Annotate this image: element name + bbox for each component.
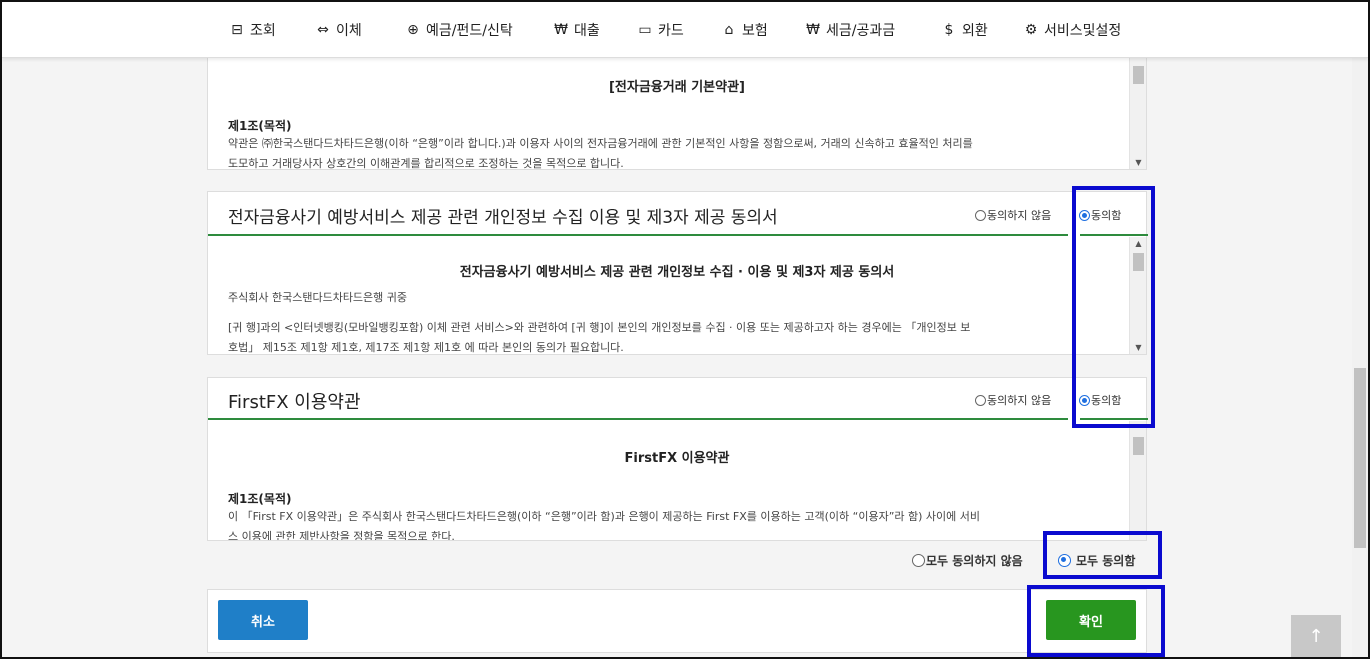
terms-basic-box[interactable]: [전자금융거래 기본약관] 제1조(목적) 약관은 ㈜한국스탠다드차타드은행(이… xyxy=(207,58,1147,170)
nav-deposit[interactable]: ⊕ 예금/펀드/신탁 xyxy=(404,20,513,40)
section-underline xyxy=(208,418,1068,420)
nav-card[interactable]: ▭ 카드 xyxy=(636,20,684,40)
section2-terms-box[interactable]: 전자금융사기 예방서비스 제공 관련 개인정보 수집 · 이용 및 제3자 제공… xyxy=(207,237,1147,355)
radio-circle-checked[interactable] xyxy=(1079,394,1090,406)
nav-label: 예금/펀드/신탁 xyxy=(426,23,513,39)
nav-label: 이체 xyxy=(336,23,362,39)
radio-label: 동의함 xyxy=(1091,394,1122,407)
terms-text: 호법」 제15조 제1항 제1호, 제17조 제1항 제1호 에 따라 본인의 … xyxy=(228,341,624,354)
scroll-top-button[interactable]: ↑ xyxy=(1291,615,1341,657)
terms-scrollbar[interactable]: ▼ xyxy=(1129,58,1146,169)
terms-scrollbar[interactable]: ▲ ▼ xyxy=(1129,237,1146,354)
scroll-up-icon[interactable]: ▲ xyxy=(1130,239,1146,248)
section2-agree-radio[interactable]: 동의함 xyxy=(1079,207,1121,223)
section2-header: 전자금융사기 예방서비스 제공 관련 개인정보 수집 이용 및 제3자 제공 동… xyxy=(207,191,1148,237)
section-underline xyxy=(208,234,1068,236)
scroll-thumb[interactable] xyxy=(1133,66,1144,84)
radio-label: 동의하지 않음 xyxy=(987,209,1052,222)
radio-circle[interactable] xyxy=(912,554,925,567)
scroll-thumb[interactable] xyxy=(1133,253,1144,271)
deposit-icon: ⊕ xyxy=(407,22,419,38)
nav-insurance[interactable]: ⌂ 보험 xyxy=(720,20,768,40)
radio-circle-checked[interactable] xyxy=(1058,554,1071,567)
article-title: 제1조(목적) xyxy=(228,119,292,133)
button-bar xyxy=(207,589,1147,653)
article-title: 제1조(목적) xyxy=(228,492,292,506)
inquiry-icon: ⊟ xyxy=(231,22,243,38)
nav-label: 세금/공과금 xyxy=(826,23,896,39)
radio-label: 모두 동의함 xyxy=(1076,554,1136,568)
terms-text: 이 「First FX 이용약관」은 주식회사 한국스탠다드차타드은행(이하 “… xyxy=(228,510,981,523)
confirm-button[interactable]: 확인 xyxy=(1046,600,1136,640)
terms-heading: 전자금융사기 예방서비스 제공 관련 개인정보 수집 · 이용 및 제3자 제공… xyxy=(459,265,895,280)
section2-disagree-radio[interactable]: 동의하지 않음 xyxy=(975,207,1051,223)
nav-tax[interactable]: ₩ 세금/공과금 xyxy=(804,20,895,40)
page-scroll-thumb[interactable] xyxy=(1354,368,1366,548)
card-icon: ▭ xyxy=(638,22,652,38)
terms-heading: FirstFX 이용약관 xyxy=(624,451,730,466)
terms-text: 약관은 ㈜한국스탠다드차타드은행(이하 “은행”이라 합니다.)과 이용자 사이… xyxy=(228,137,973,150)
arrow-up-icon: ↑ xyxy=(1308,625,1324,647)
nav-label: 카드 xyxy=(658,23,684,39)
scroll-down-icon[interactable]: ▼ xyxy=(1130,158,1146,167)
radio-circle[interactable] xyxy=(975,394,986,406)
terms-text: 스 이용에 관한 제반사항을 정함을 목적으로 한다. xyxy=(228,530,455,541)
section-title: 전자금융사기 예방서비스 제공 관련 개인정보 수집 이용 및 제3자 제공 동… xyxy=(228,208,778,228)
nav-label: 보험 xyxy=(742,23,768,39)
section3-disagree-radio[interactable]: 동의하지 않음 xyxy=(975,392,1051,408)
tax-icon: ₩ xyxy=(806,22,820,38)
cancel-button[interactable]: 취소 xyxy=(218,600,308,640)
terms-heading: [전자금융거래 기본약관] xyxy=(608,80,745,95)
section-title: FirstFX 이용약관 xyxy=(228,392,361,413)
terms-scrollbar[interactable] xyxy=(1129,421,1146,540)
terms-recipient: 주식회사 한국스탠다드차타드은행 귀중 xyxy=(228,291,408,304)
radio-label: 동의하지 않음 xyxy=(987,394,1052,407)
radio-label: 동의함 xyxy=(1091,209,1122,222)
section3-terms-box[interactable]: FirstFX 이용약관 제1조(목적) 이 「First FX 이용약관」은 … xyxy=(207,421,1147,541)
all-agree-radio[interactable]: 모두 동의함 xyxy=(1058,552,1135,569)
nav-fx[interactable]: $ 외환 xyxy=(940,20,988,40)
gear-icon: ⚙ xyxy=(1024,22,1038,38)
insurance-icon: ⌂ xyxy=(724,22,734,38)
section3-header: FirstFX 이용약관 동의하지 않음 동의함 xyxy=(207,377,1148,421)
all-disagree-radio[interactable]: 모두 동의하지 않음 xyxy=(912,552,1023,569)
nav-label: 외환 xyxy=(962,23,988,39)
terms-text: 도모하고 거래당사자 상호간의 이해관계를 합리적으로 조정하는 것을 목적으로… xyxy=(228,157,624,170)
scroll-thumb[interactable] xyxy=(1133,437,1144,455)
nav-label: 대출 xyxy=(574,23,600,39)
radio-circle-checked[interactable] xyxy=(1079,209,1090,221)
page-scrollbar[interactable] xyxy=(1352,58,1368,657)
terms-text: [귀 행]과의 <인터넷뱅킹(모바일뱅킹포함) 이체 관련 서비스>와 관련하여… xyxy=(228,321,971,334)
nav-transfer[interactable]: ⇔ 이체 xyxy=(314,20,362,40)
transfer-icon: ⇔ xyxy=(317,22,329,38)
top-navigation: ⊟ 조회 ⇔ 이체 ⊕ 예금/펀드/신탁 ₩ 대출 ▭ 카드 ⌂ 보험 ₩ 세금/공과금 $ 외… xyxy=(2,2,1368,58)
nav-settings[interactable]: ⚙ 서비스및설정 xyxy=(1022,20,1122,40)
radio-circle[interactable] xyxy=(975,209,986,221)
scroll-down-icon[interactable]: ▼ xyxy=(1130,343,1146,352)
nav-loan[interactable]: ₩ 대출 xyxy=(552,20,600,40)
section3-agree-radio[interactable]: 동의함 xyxy=(1079,392,1121,408)
nav-label: 서비스및설정 xyxy=(1044,23,1122,39)
radio-label: 모두 동의하지 않음 xyxy=(926,554,1023,568)
section-underline xyxy=(1080,234,1148,236)
dollar-icon: $ xyxy=(944,22,954,38)
section-underline xyxy=(1080,418,1148,420)
nav-label: 조회 xyxy=(250,23,276,39)
loan-icon: ₩ xyxy=(554,22,568,38)
nav-inquiry[interactable]: ⊟ 조회 xyxy=(228,20,276,40)
